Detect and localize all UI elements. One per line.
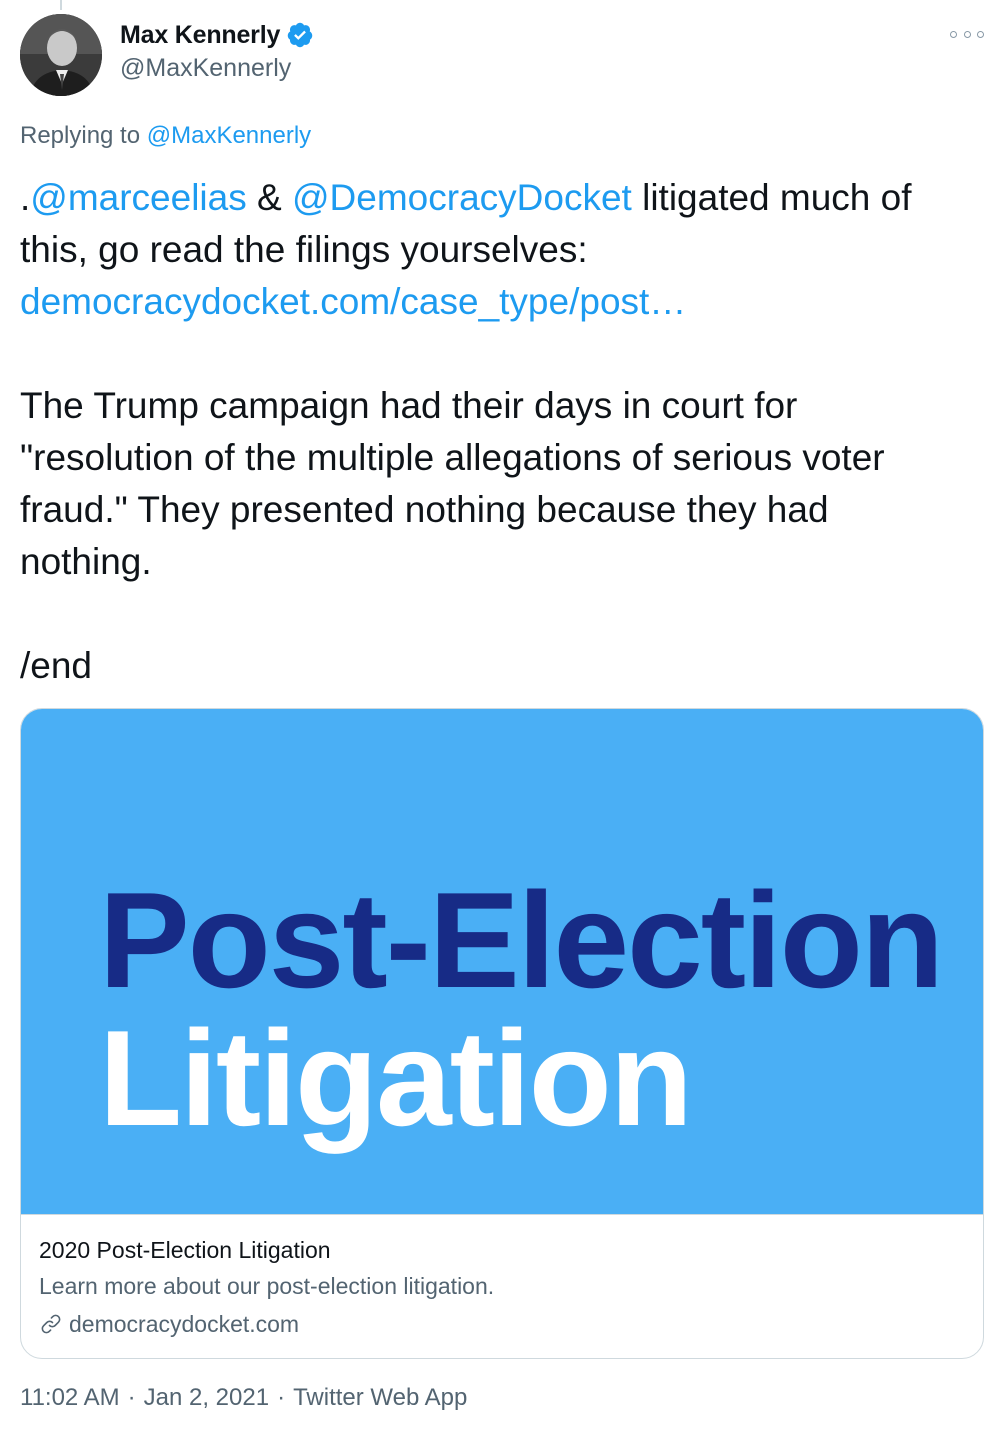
tweet-time-link[interactable]: 11:02 AM [20,1384,120,1411]
author-handle[interactable]: @MaxKennerly [120,54,314,83]
tweet-url-link[interactable]: democracydocket.com/case_type/post… [20,276,980,328]
mention-marceelias-link[interactable]: @marceelias [30,177,246,218]
tweet-lead: . [20,177,31,218]
avatar[interactable] [20,14,102,96]
link-icon [41,1314,61,1334]
tweet-line: .@marceelias & @DemocracyDocket litigate… [20,172,980,224]
tweet-timestamp: 11:02 AM · Jan 2, 2021 · Twitter Web App [20,1384,467,1412]
tweet-line: "resolution of the multiple allegations … [20,437,885,478]
tweet-line1-rest: litigated much of [631,177,912,218]
author-display-name[interactable]: Max Kennerly [120,21,280,50]
more-options-icon[interactable] [950,24,984,44]
mention-democracydocket-link[interactable]: @DemocracyDocket [292,177,632,218]
reply-mention-link[interactable]: @MaxKennerly [147,122,311,149]
reply-context: Replying to @MaxKennerly [20,122,311,150]
tweet-end: /end [20,645,93,686]
link-preview-card[interactable]: Post-Election Litigation 2020 Post-Elect… [20,708,984,1359]
more-dot [977,30,984,38]
reply-prefix: Replying to [20,122,141,149]
card-description: Learn more about our post-election litig… [39,1273,495,1299]
card-domain-text: democracydocket.com [69,1311,300,1337]
tweet-amp: & [246,177,292,218]
tweet-line: fraud." They presented nothing because t… [20,489,829,530]
more-dot [950,30,957,38]
card-image-headline-line1: Post-Election [99,864,944,1016]
separator: · [277,1384,286,1411]
card-image[interactable]: Post-Election Litigation [21,709,983,1215]
tweet-line: nothing. [20,541,152,582]
author-name-row: Max Kennerly [120,18,314,52]
tweet-body: .@marceelias & @DemocracyDocket litigate… [20,172,980,692]
separator: · [127,1384,136,1411]
more-dot [963,30,971,38]
author-block: Max Kennerly @MaxKennerly [120,18,314,83]
verified-badge-icon [287,22,313,48]
card-title: 2020 Post-Election Litigation [39,1237,331,1263]
tweet-line: this, go read the filings yourselves: [20,229,588,270]
card-image-headline-line2: Litigation [99,1002,693,1154]
profile-photo [20,14,102,96]
tweet-source-link[interactable]: Twitter Web App [293,1384,467,1411]
tweet-line: The Trump campaign had their days in cou… [20,385,798,426]
thread-connector-line [60,0,62,10]
card-domain: democracydocket.com [39,1305,965,1343]
tweet-date-link[interactable]: Jan 2, 2021 [144,1384,269,1411]
card-meta: 2020 Post-Election Litigation Learn more… [39,1233,965,1343]
